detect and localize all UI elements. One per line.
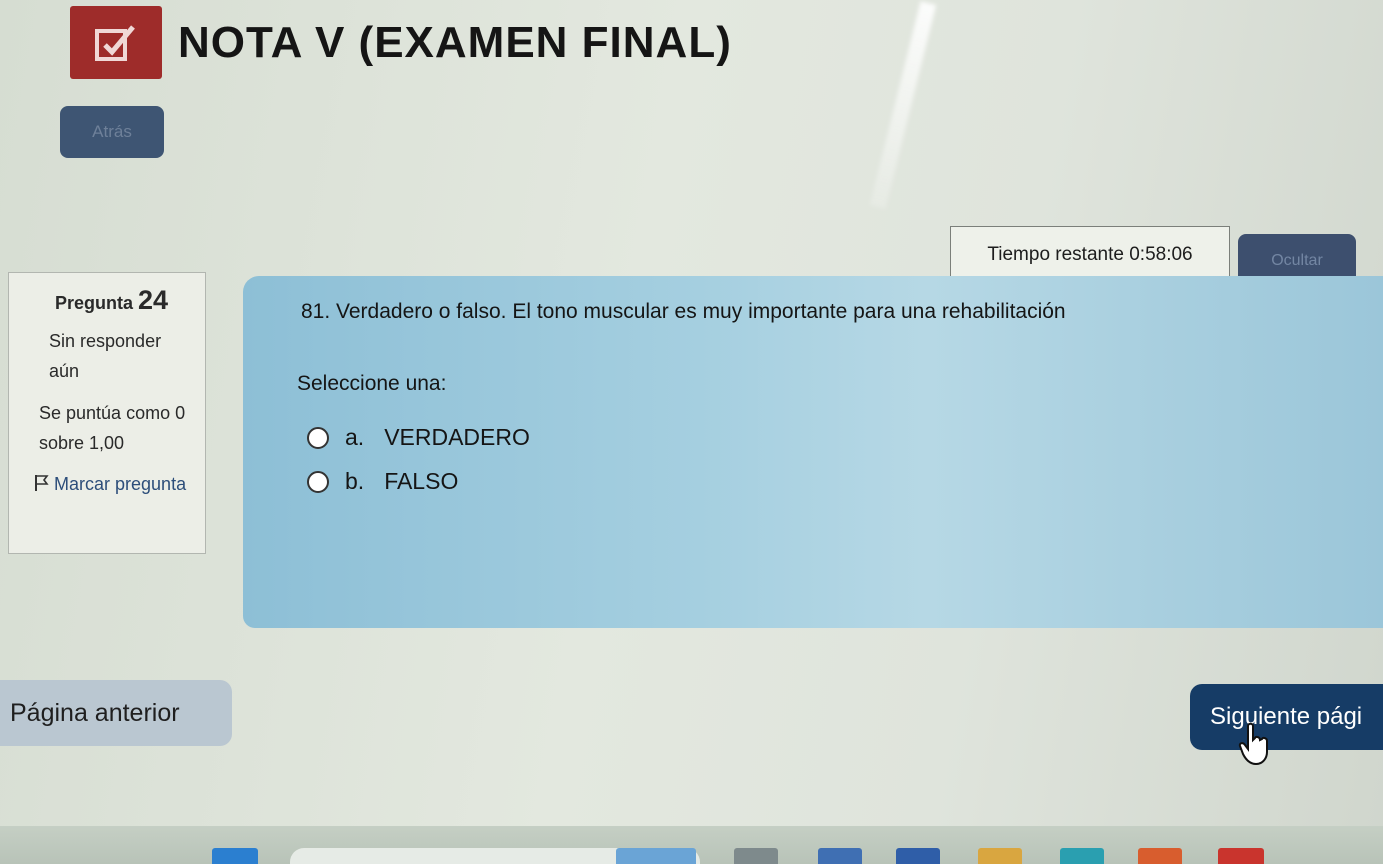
- start-icon[interactable]: [212, 848, 258, 864]
- question-label: Pregunta: [55, 293, 134, 313]
- question-state: Sin responder aún: [49, 331, 162, 381]
- app-icon[interactable]: [1060, 848, 1104, 864]
- page-title: NOTA V (EXAMEN FINAL): [178, 18, 732, 67]
- question-number-value: 24: [138, 285, 169, 315]
- firefox-icon[interactable]: [1138, 848, 1182, 864]
- store-icon[interactable]: [896, 848, 940, 864]
- back-button[interactable]: Atrás: [60, 106, 164, 158]
- option-label: FALSO: [384, 468, 459, 494]
- answer-option-a[interactable]: a. VERDADERO: [307, 424, 530, 451]
- question-info-panel: Pregunta 24 Sin responder aún Se puntúa …: [8, 272, 206, 554]
- flag-question-label: Marcar pregunta: [54, 474, 187, 494]
- option-label: VERDADERO: [384, 424, 530, 450]
- screen-glare: [869, 1, 937, 209]
- hand-cursor-icon: [1238, 722, 1268, 766]
- flag-question-link[interactable]: Marcar pregunta: [33, 468, 195, 500]
- flag-icon: [35, 475, 49, 491]
- question-text: 81. Verdadero o falso. El tono muscular …: [301, 300, 1066, 323]
- question-content: 81. Verdadero o falso. El tono muscular …: [243, 276, 1383, 628]
- quiz-logo: [70, 6, 162, 79]
- previous-page-button[interactable]: Página anterior: [0, 680, 232, 746]
- taskbar: [0, 826, 1383, 864]
- question-grade: Se puntúa como 0 sobre 1,00: [39, 403, 186, 453]
- answer-option-b[interactable]: b. FALSO: [307, 468, 458, 495]
- edge-icon[interactable]: [818, 848, 862, 864]
- checkbox-edit-icon: [95, 24, 135, 61]
- timer-label: Tiempo restante: [987, 244, 1124, 265]
- task-view-icon[interactable]: [734, 848, 778, 864]
- question-number: Pregunta 24: [55, 285, 195, 316]
- file-explorer-icon[interactable]: [978, 848, 1022, 864]
- widgets-icon[interactable]: [616, 848, 696, 864]
- option-letter: b.: [345, 468, 365, 494]
- answer-prompt: Seleccione una:: [297, 372, 447, 395]
- option-letter: a.: [345, 424, 365, 450]
- timer-value: 0:58:06: [1129, 244, 1193, 265]
- chrome-icon[interactable]: [1218, 848, 1264, 864]
- next-page-button[interactable]: Siguiente pági: [1190, 684, 1383, 750]
- radio-button[interactable]: [307, 470, 329, 493]
- radio-button[interactable]: [307, 426, 329, 449]
